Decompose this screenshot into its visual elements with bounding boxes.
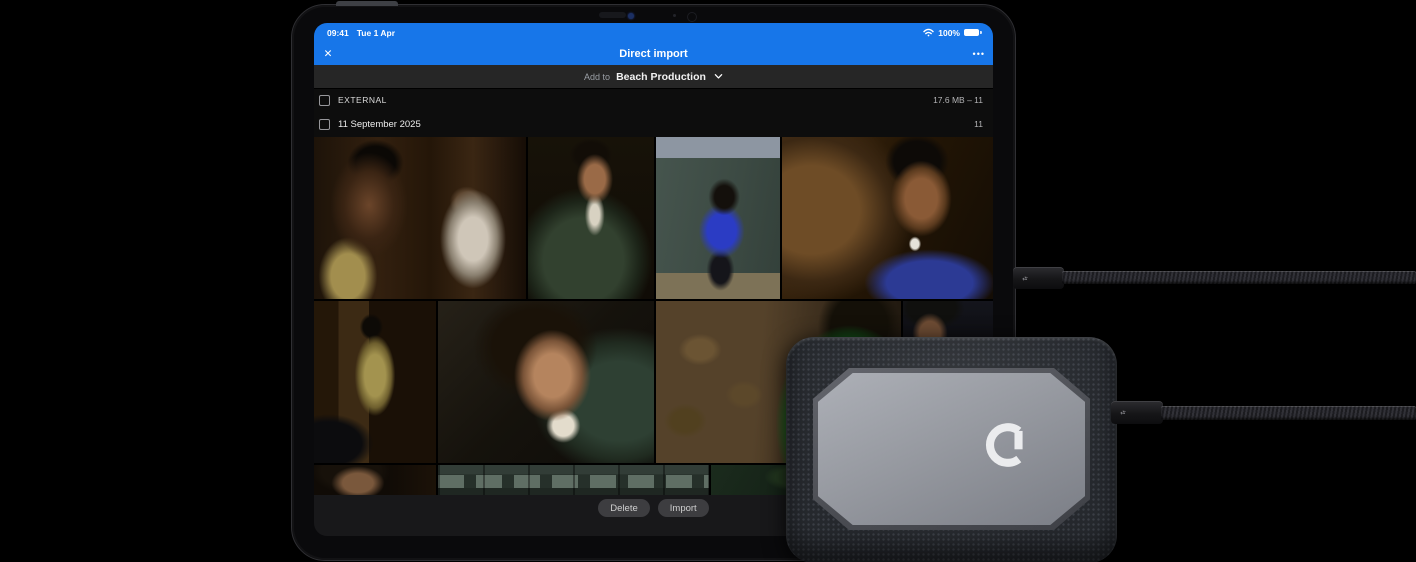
section-label: 11 September 2025 xyxy=(338,119,421,130)
scene: 09:41 Tue 1 Apr 100% ✕ Direct import ••• xyxy=(0,0,1416,562)
external-drive xyxy=(786,337,1117,562)
status-time: 09:41 xyxy=(327,28,349,38)
status-bar: 09:41 Tue 1 Apr 100% xyxy=(314,23,993,42)
status-date: Tue 1 Apr xyxy=(357,28,395,38)
add-to-label: Add to xyxy=(584,72,610,82)
external-checkbox[interactable] xyxy=(319,95,330,106)
add-to-value: Beach Production xyxy=(616,71,706,83)
drive-plate-face xyxy=(818,373,1085,525)
photo-thumbnail[interactable] xyxy=(656,137,780,299)
drive-plate-rim xyxy=(813,368,1090,530)
photo-thumbnail[interactable] xyxy=(314,301,436,463)
photo-thumbnail[interactable] xyxy=(528,137,654,299)
close-button[interactable]: ✕ xyxy=(319,42,337,65)
thunderbolt-mark-icon: ↯ xyxy=(1118,410,1125,416)
front-sensor-dot xyxy=(673,14,676,17)
photo-thumbnail[interactable] xyxy=(314,137,526,299)
date-checkbox[interactable] xyxy=(319,119,330,130)
volume-button xyxy=(336,1,398,6)
section-size-count: 17.6 MB – 11 xyxy=(933,95,983,105)
battery-percent: 100% xyxy=(938,28,960,38)
usb-c-plug-tablet: ↯ xyxy=(1013,267,1064,289)
chevron-down-icon xyxy=(714,72,723,81)
photo-thumbnail[interactable] xyxy=(438,465,709,495)
photo-thumbnail[interactable] xyxy=(782,137,993,299)
cable-to-tablet xyxy=(1062,271,1416,284)
usb-c-plug-drive: ↯ xyxy=(1111,401,1163,424)
front-sensor-ring xyxy=(687,12,697,22)
front-camera-lens xyxy=(628,13,634,19)
section-row-date: 11 September 2025 11 xyxy=(314,111,993,137)
cable-to-drive xyxy=(1161,406,1416,420)
photo-thumbnail[interactable] xyxy=(438,301,654,463)
g-drive-logo xyxy=(981,418,1035,472)
add-to-dropdown[interactable]: Add to Beach Production xyxy=(314,65,993,89)
app-header: ✕ Direct import ••• xyxy=(314,42,993,65)
more-options-button[interactable]: ••• xyxy=(973,42,985,65)
thunderbolt-mark-icon: ↯ xyxy=(1020,275,1027,281)
wifi-icon xyxy=(923,28,934,37)
battery-icon xyxy=(964,29,979,36)
front-camera-pill xyxy=(599,12,626,18)
section-label: EXTERNAL xyxy=(338,95,387,105)
section-row-external: EXTERNAL 17.6 MB – 11 xyxy=(314,89,993,111)
import-button[interactable]: Import xyxy=(658,499,709,517)
photo-thumbnail[interactable] xyxy=(314,465,436,495)
section-count: 11 xyxy=(974,119,983,129)
delete-button[interactable]: Delete xyxy=(598,499,649,517)
page-title: Direct import xyxy=(314,48,993,60)
